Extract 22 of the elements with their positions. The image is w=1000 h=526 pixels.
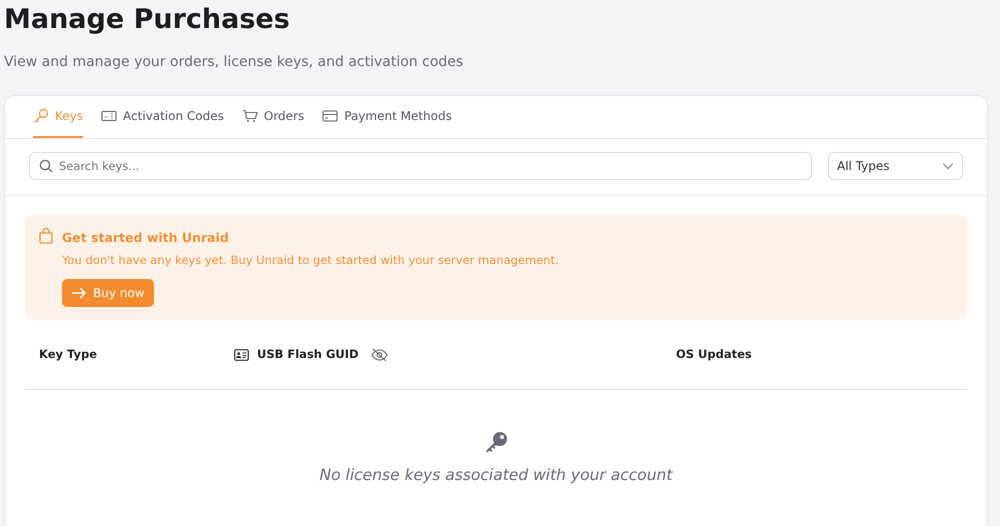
cart-icon [242, 109, 258, 123]
tab[interactable]: Orders [242, 96, 304, 138]
tab[interactable]: Activation Codes [101, 96, 224, 138]
column-header: OS Updates [676, 346, 752, 363]
tab[interactable]: Payment Methods [322, 96, 452, 138]
type-select[interactable]: All Types [828, 152, 963, 180]
eye-off-icon[interactable] [370, 348, 388, 362]
arrow-right-icon [71, 287, 87, 299]
page-subtitle: View and manage your orders, license keys, and activation codes [4, 53, 464, 72]
search-field[interactable]: Search keys... [29, 152, 812, 180]
banner-message: You don't have any keys yet. Buy Unraid to get started with your server management. [62, 252, 559, 269]
credit-card-icon [322, 110, 338, 122]
chevron-icon [942, 162, 954, 170]
column-header: USB Flash GUID [257, 346, 359, 363]
key-icon [33, 108, 49, 124]
id-card-icon [234, 348, 249, 360]
banner-title: Get started with Unraid [62, 229, 230, 247]
empty-state-message: No license keys associated with your account [320, 465, 672, 486]
column-header: Key Type [39, 346, 98, 363]
ticket-icon [101, 110, 118, 122]
page-title: Manage Purchases [4, 3, 291, 37]
shopping-bag-icon [39, 228, 53, 244]
